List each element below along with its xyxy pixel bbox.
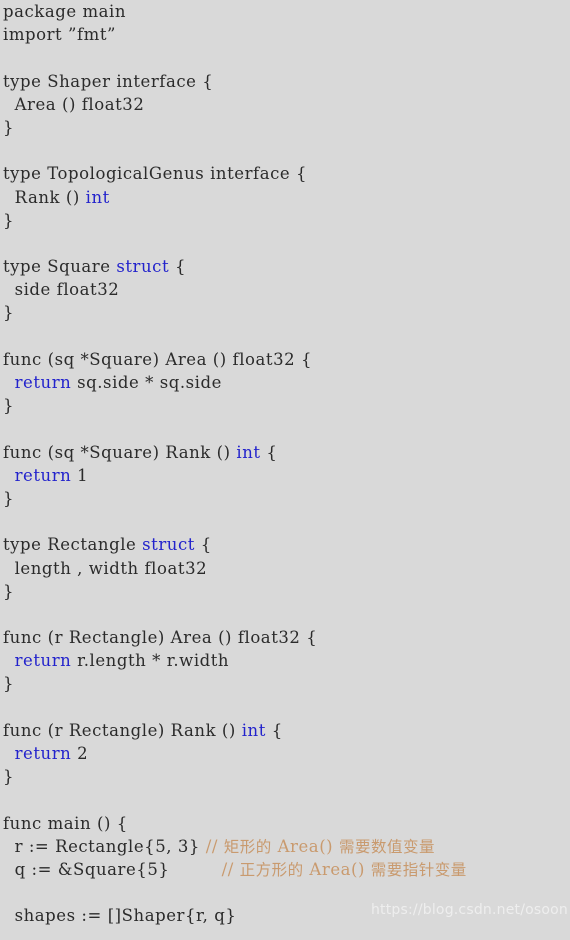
code-token-plain: type Rectangle xyxy=(3,535,143,555)
code-token-plain: 2 xyxy=(71,744,89,763)
code-token-plain: length , width float32 xyxy=(3,558,208,578)
code-token-keyword: struct xyxy=(142,535,195,555)
code-token-plain: q := &Square{5} xyxy=(3,859,222,879)
code-line[interactable]: func (sq *Square) Rank () int { xyxy=(0,441,570,464)
code-token-plain: { xyxy=(169,257,186,277)
code-line[interactable]: length , width float32 xyxy=(0,557,570,580)
code-token-plain: func (sq *Square) Area () float32 { xyxy=(3,349,313,369)
code-token-keyword: return xyxy=(3,465,72,485)
code-token-keyword: int xyxy=(85,187,110,207)
code-token-plain: 1 xyxy=(71,465,89,485)
code-line[interactable]: } xyxy=(0,209,570,232)
code-token-plain: } xyxy=(3,210,15,230)
code-token-plain: { xyxy=(194,535,212,555)
code-line[interactable] xyxy=(0,788,570,811)
comment-cjk-run: 矩形的 xyxy=(223,837,272,856)
code-token-plain: import ”fmt” xyxy=(3,25,117,45)
code-line[interactable] xyxy=(0,417,570,440)
code-token-plain: Rank () xyxy=(3,187,86,207)
code-line[interactable]: func (sq *Square) Area () float32 { xyxy=(0,348,570,371)
code-line[interactable]: type TopologicalGenus interface { xyxy=(0,162,570,185)
code-line[interactable]: type Shaper interface { xyxy=(0,70,570,93)
code-line[interactable]: import ”fmt” xyxy=(0,23,570,46)
code-line[interactable] xyxy=(0,325,570,348)
code-token-plain: } xyxy=(3,767,15,787)
code-token-plain: package main xyxy=(3,2,127,21)
code-line[interactable] xyxy=(0,603,570,626)
code-token-plain: } xyxy=(3,117,15,137)
code-line[interactable]: } xyxy=(0,580,570,603)
code-line[interactable]: type Rectangle struct { xyxy=(0,533,570,556)
code-token-keyword: int xyxy=(241,720,266,740)
code-line[interactable] xyxy=(0,510,570,533)
code-body[interactable]: package main import ”fmt” type Shaper inte… xyxy=(0,0,570,928)
code-token-plain: } xyxy=(3,581,15,601)
code-token-plain: side float32 xyxy=(3,280,120,300)
code-token-plain: func (r Rectangle) Area () float32 { xyxy=(3,628,318,648)
code-line[interactable]: } xyxy=(0,672,570,695)
code-token-plain: type Shaper interface { xyxy=(3,71,214,91)
code-line[interactable]: side float32 xyxy=(0,278,570,301)
code-line[interactable] xyxy=(0,232,570,255)
code-line[interactable]: return r.length * r.width xyxy=(0,649,570,672)
code-line[interactable]: } xyxy=(0,394,570,417)
code-line[interactable]: func main () { xyxy=(0,812,570,835)
code-token-plain: func (r Rectangle) Rank () xyxy=(3,720,242,740)
code-token-plain: { xyxy=(265,720,283,740)
code-line[interactable]: shapes := []Shaper{r, q} xyxy=(0,904,570,927)
code-line[interactable]: return sq.side * sq.side xyxy=(0,371,570,394)
code-line[interactable]: } xyxy=(0,487,570,510)
code-token-plain: r := Rectangle{5, 3} xyxy=(3,836,206,856)
code-token-keyword: struct xyxy=(116,257,170,277)
code-line[interactable]: return 1 xyxy=(0,464,570,487)
code-line[interactable]: return 2 xyxy=(0,742,570,765)
code-token-plain: type TopologicalGenus interface { xyxy=(3,164,308,184)
code-line[interactable]: } xyxy=(0,765,570,788)
code-token-comment: // 正方形的 Area() 需要指针变量 xyxy=(221,859,467,879)
code-token-plain: } xyxy=(3,303,15,323)
code-token-plain: } xyxy=(3,488,15,508)
code-token-plain: } xyxy=(3,396,15,416)
code-line[interactable]: } xyxy=(0,116,570,139)
code-token-keyword: return xyxy=(3,373,72,392)
code-line[interactable]: package main xyxy=(0,0,570,23)
code-line[interactable]: r := Rectangle{5, 3} // 矩形的 Area() 需要数值变… xyxy=(0,835,570,858)
code-token-plain: } xyxy=(3,674,15,694)
code-line[interactable]: Rank () int xyxy=(0,186,570,209)
code-line[interactable] xyxy=(0,139,570,162)
code-token-comment: // 矩形的 Area() 需要数值变量 xyxy=(205,836,435,856)
code-token-plain: { xyxy=(260,442,278,462)
code-token-plain: Area () float32 xyxy=(3,94,145,114)
code-token-plain: r.length * r.width xyxy=(71,651,230,671)
code-token-keyword: int xyxy=(236,442,261,462)
code-line[interactable]: } xyxy=(0,301,570,324)
code-listing-panel: package main import ”fmt” type Shaper inte… xyxy=(0,0,570,940)
comment-cjk-run: 需要指针变量 xyxy=(370,860,467,879)
code-line[interactable]: type Square struct { xyxy=(0,255,570,278)
code-line[interactable]: Area () float32 xyxy=(0,93,570,116)
code-line[interactable] xyxy=(0,696,570,719)
code-token-plain: func (sq *Square) Rank () xyxy=(3,442,237,462)
code-token-plain: sq.side * sq.side xyxy=(71,373,222,392)
code-token-plain: shapes := []Shaper{r, q} xyxy=(3,906,237,926)
code-line[interactable]: func (r Rectangle) Area () float32 { xyxy=(0,626,570,649)
code-line[interactable] xyxy=(0,881,570,904)
comment-cjk-run: 需要数值变量 xyxy=(338,837,435,856)
code-line[interactable] xyxy=(0,46,570,69)
code-token-keyword: return xyxy=(3,744,72,763)
code-token-plain: func main () { xyxy=(3,813,128,833)
comment-cjk-run: 正方形的 xyxy=(239,860,304,879)
code-line[interactable]: q := &Square{5} // 正方形的 Area() 需要指针变量 xyxy=(0,858,570,881)
code-token-plain: type Square xyxy=(3,257,117,277)
code-line[interactable]: func (r Rectangle) Rank () int { xyxy=(0,719,570,742)
code-token-keyword: return xyxy=(3,651,72,671)
